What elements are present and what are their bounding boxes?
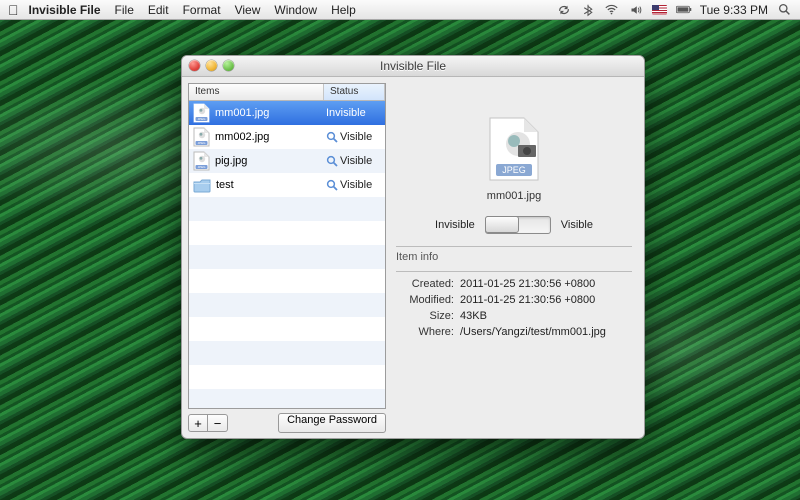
svg-text:JPEG: JPEG <box>198 141 207 145</box>
table-row-empty <box>189 269 385 293</box>
file-name: pig.jpg <box>215 155 247 167</box>
table-row[interactable]: JPEG mm002.jpg Visible <box>189 125 385 149</box>
svg-text:JPEG: JPEG <box>198 165 207 169</box>
jpeg-file-icon: JPEG <box>193 127 210 147</box>
status-label: Visible <box>340 179 372 191</box>
table-row-empty <box>189 197 385 221</box>
menu-format[interactable]: Format <box>183 3 221 17</box>
minimize-button[interactable] <box>206 60 217 71</box>
label-modified: Modified: <box>396 294 454 306</box>
value-where: /Users/Yangzi/test/mm001.jpg <box>460 326 632 338</box>
jpeg-file-icon: JPEG <box>193 103 210 123</box>
table-footer: + − Change Password <box>188 413 386 433</box>
file-type-label: JPEG <box>502 165 526 175</box>
table-row-empty <box>189 317 385 341</box>
table-body: JPEG mm001.jpg Invisible JPEG <box>189 101 385 408</box>
status-label: Visible <box>340 155 372 167</box>
folder-icon <box>193 178 211 193</box>
value-size: 43KB <box>460 310 632 322</box>
table-row-empty <box>189 341 385 365</box>
close-button[interactable] <box>189 60 200 71</box>
volume-icon[interactable] <box>628 2 644 18</box>
window-title: Invisible File <box>182 59 644 73</box>
menu-app-name[interactable]: Invisible File <box>29 3 101 17</box>
menu-window[interactable]: Window <box>274 3 317 17</box>
menu-file[interactable]: File <box>115 3 134 17</box>
file-name: mm002.jpg <box>215 131 269 143</box>
menu-help[interactable]: Help <box>331 3 356 17</box>
table-row-empty <box>189 245 385 269</box>
magnifier-icon <box>326 131 338 143</box>
table-row[interactable]: JPEG mm001.jpg Invisible <box>189 101 385 125</box>
preview-file-name: mm001.jpg <box>487 190 541 202</box>
status-label: Visible <box>340 131 372 143</box>
table-row-empty <box>189 365 385 389</box>
label-created: Created: <box>396 278 454 290</box>
separator <box>396 246 632 247</box>
toggle-knob <box>485 216 519 233</box>
file-name: mm001.jpg <box>215 107 269 119</box>
column-header-items[interactable]: Items <box>189 84 324 100</box>
value-modified: 2011-01-25 21:30:56 +0800 <box>460 294 632 306</box>
table-row-empty <box>189 293 385 317</box>
zoom-button[interactable] <box>223 60 234 71</box>
table-row-empty <box>189 221 385 245</box>
items-table: Items Status JPEG mm001.jpg Invisibl <box>188 83 386 409</box>
jpeg-file-icon: JPEG <box>486 116 542 182</box>
label-size: Size: <box>396 310 454 322</box>
remove-button[interactable]: − <box>208 414 228 432</box>
label-where: Where: <box>396 326 454 338</box>
toggle-label-invisible: Invisible <box>435 219 475 231</box>
menu-view[interactable]: View <box>235 3 261 17</box>
magnifier-icon <box>326 179 338 191</box>
file-name: test <box>216 179 234 191</box>
menu-edit[interactable]: Edit <box>148 3 169 17</box>
input-source-flag-icon[interactable] <box>652 2 668 18</box>
change-password-button[interactable]: Change Password <box>278 413 386 433</box>
item-info: Created: 2011-01-25 21:30:56 +0800 Modif… <box>396 278 632 338</box>
spotlight-icon[interactable] <box>776 2 792 18</box>
add-button[interactable]: + <box>188 414 208 432</box>
table-header: Items Status <box>189 84 385 101</box>
table-row-empty <box>189 389 385 408</box>
visibility-toggle[interactable] <box>485 216 551 234</box>
status-label: Invisible <box>326 107 366 119</box>
table-row[interactable]: test Visible <box>189 173 385 197</box>
magnifier-icon <box>326 155 338 167</box>
title-bar[interactable]: Invisible File <box>182 56 644 77</box>
sync-icon[interactable] <box>556 2 572 18</box>
column-header-status[interactable]: Status <box>324 84 385 100</box>
app-window: Invisible File Items Status JPEG <box>181 55 645 439</box>
menu-bar:  Invisible File File Edit Format View W… <box>0 0 800 20</box>
toggle-label-visible: Visible <box>561 219 593 231</box>
value-created: 2011-01-25 21:30:56 +0800 <box>460 278 632 290</box>
window-controls <box>189 60 234 71</box>
preview-area: JPEG mm001.jpg <box>396 87 632 202</box>
wifi-icon[interactable] <box>604 2 620 18</box>
item-info-title: Item info <box>396 251 632 263</box>
battery-icon[interactable] <box>676 2 692 18</box>
svg-text:JPEG: JPEG <box>198 117 207 121</box>
menu-clock[interactable]: Tue 9:33 PM <box>700 3 768 17</box>
apple-menu-icon[interactable]:  <box>8 2 19 18</box>
table-row[interactable]: JPEG pig.jpg Visible <box>189 149 385 173</box>
jpeg-file-icon: JPEG <box>193 151 210 171</box>
separator <box>396 271 632 272</box>
bluetooth-icon[interactable] <box>580 2 596 18</box>
